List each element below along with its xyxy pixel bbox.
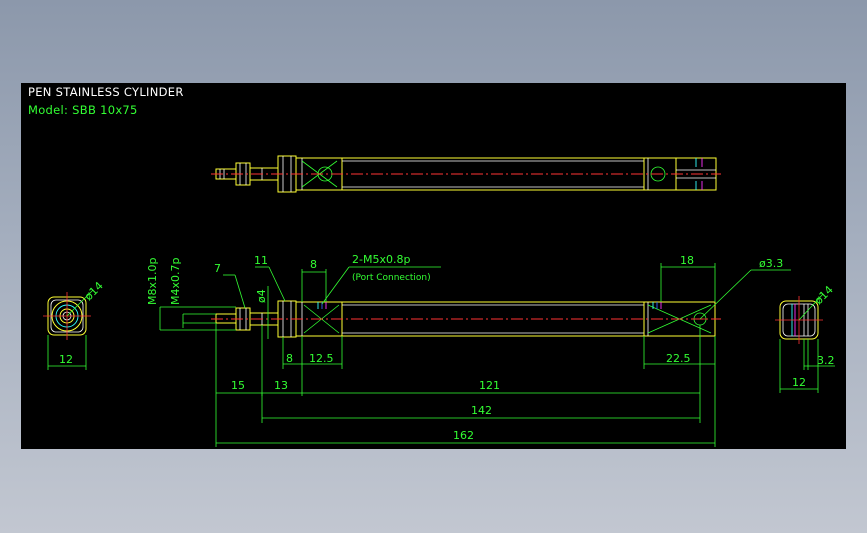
side-view-cylinder: M8x1.0p M4x0.7p 7 11 ø4 8 2-M5x0.8p (Por… (146, 253, 791, 447)
rear-width-label: 12 (792, 376, 806, 389)
drawing-canvas: PEN STAINLESS CYLINDER Model: SBB 10x75 (21, 83, 846, 449)
front-end-view: ø14 12 (43, 279, 106, 370)
rear-dia-label: ø14 (812, 283, 836, 307)
rear-slot-label: 3.2 (817, 354, 835, 367)
port-thread-label: 2-M5x0.8p (352, 253, 410, 266)
len-142-label: 142 (471, 404, 492, 417)
top-view-cylinder (211, 155, 721, 193)
rod-dia-label: ø4 (255, 289, 268, 303)
rod-thread-label: M8x1.0p (146, 258, 159, 305)
hex-width-label: 11 (254, 254, 268, 267)
port-len-label: 8 (310, 258, 317, 271)
nut-width-label: 7 (214, 262, 221, 275)
rod-len-label: 15 (231, 379, 245, 392)
len-162-label: 162 (453, 429, 474, 442)
body-len-label: 121 (479, 379, 500, 392)
cad-drawing: ø14 12 M8x1.0p M4x0.7p 7 11 ø4 8 2-M5x0.… (43, 155, 836, 447)
front-width-label: 12 (59, 353, 73, 366)
pin-dia-label: ø3.3 (759, 257, 783, 270)
tip-thread-label: M4x0.7p (169, 258, 182, 305)
rear-pos-label: 22.5 (666, 352, 691, 365)
nut-len-label: 13 (274, 379, 288, 392)
port-note-label: (Port Connection) (352, 273, 431, 283)
port-pos-label: 12.5 (309, 352, 334, 365)
cap-len-label: 8 (286, 352, 293, 365)
rear-end-view: ø14 3.2 12 (775, 283, 836, 393)
rear-len-label: 18 (680, 254, 694, 267)
